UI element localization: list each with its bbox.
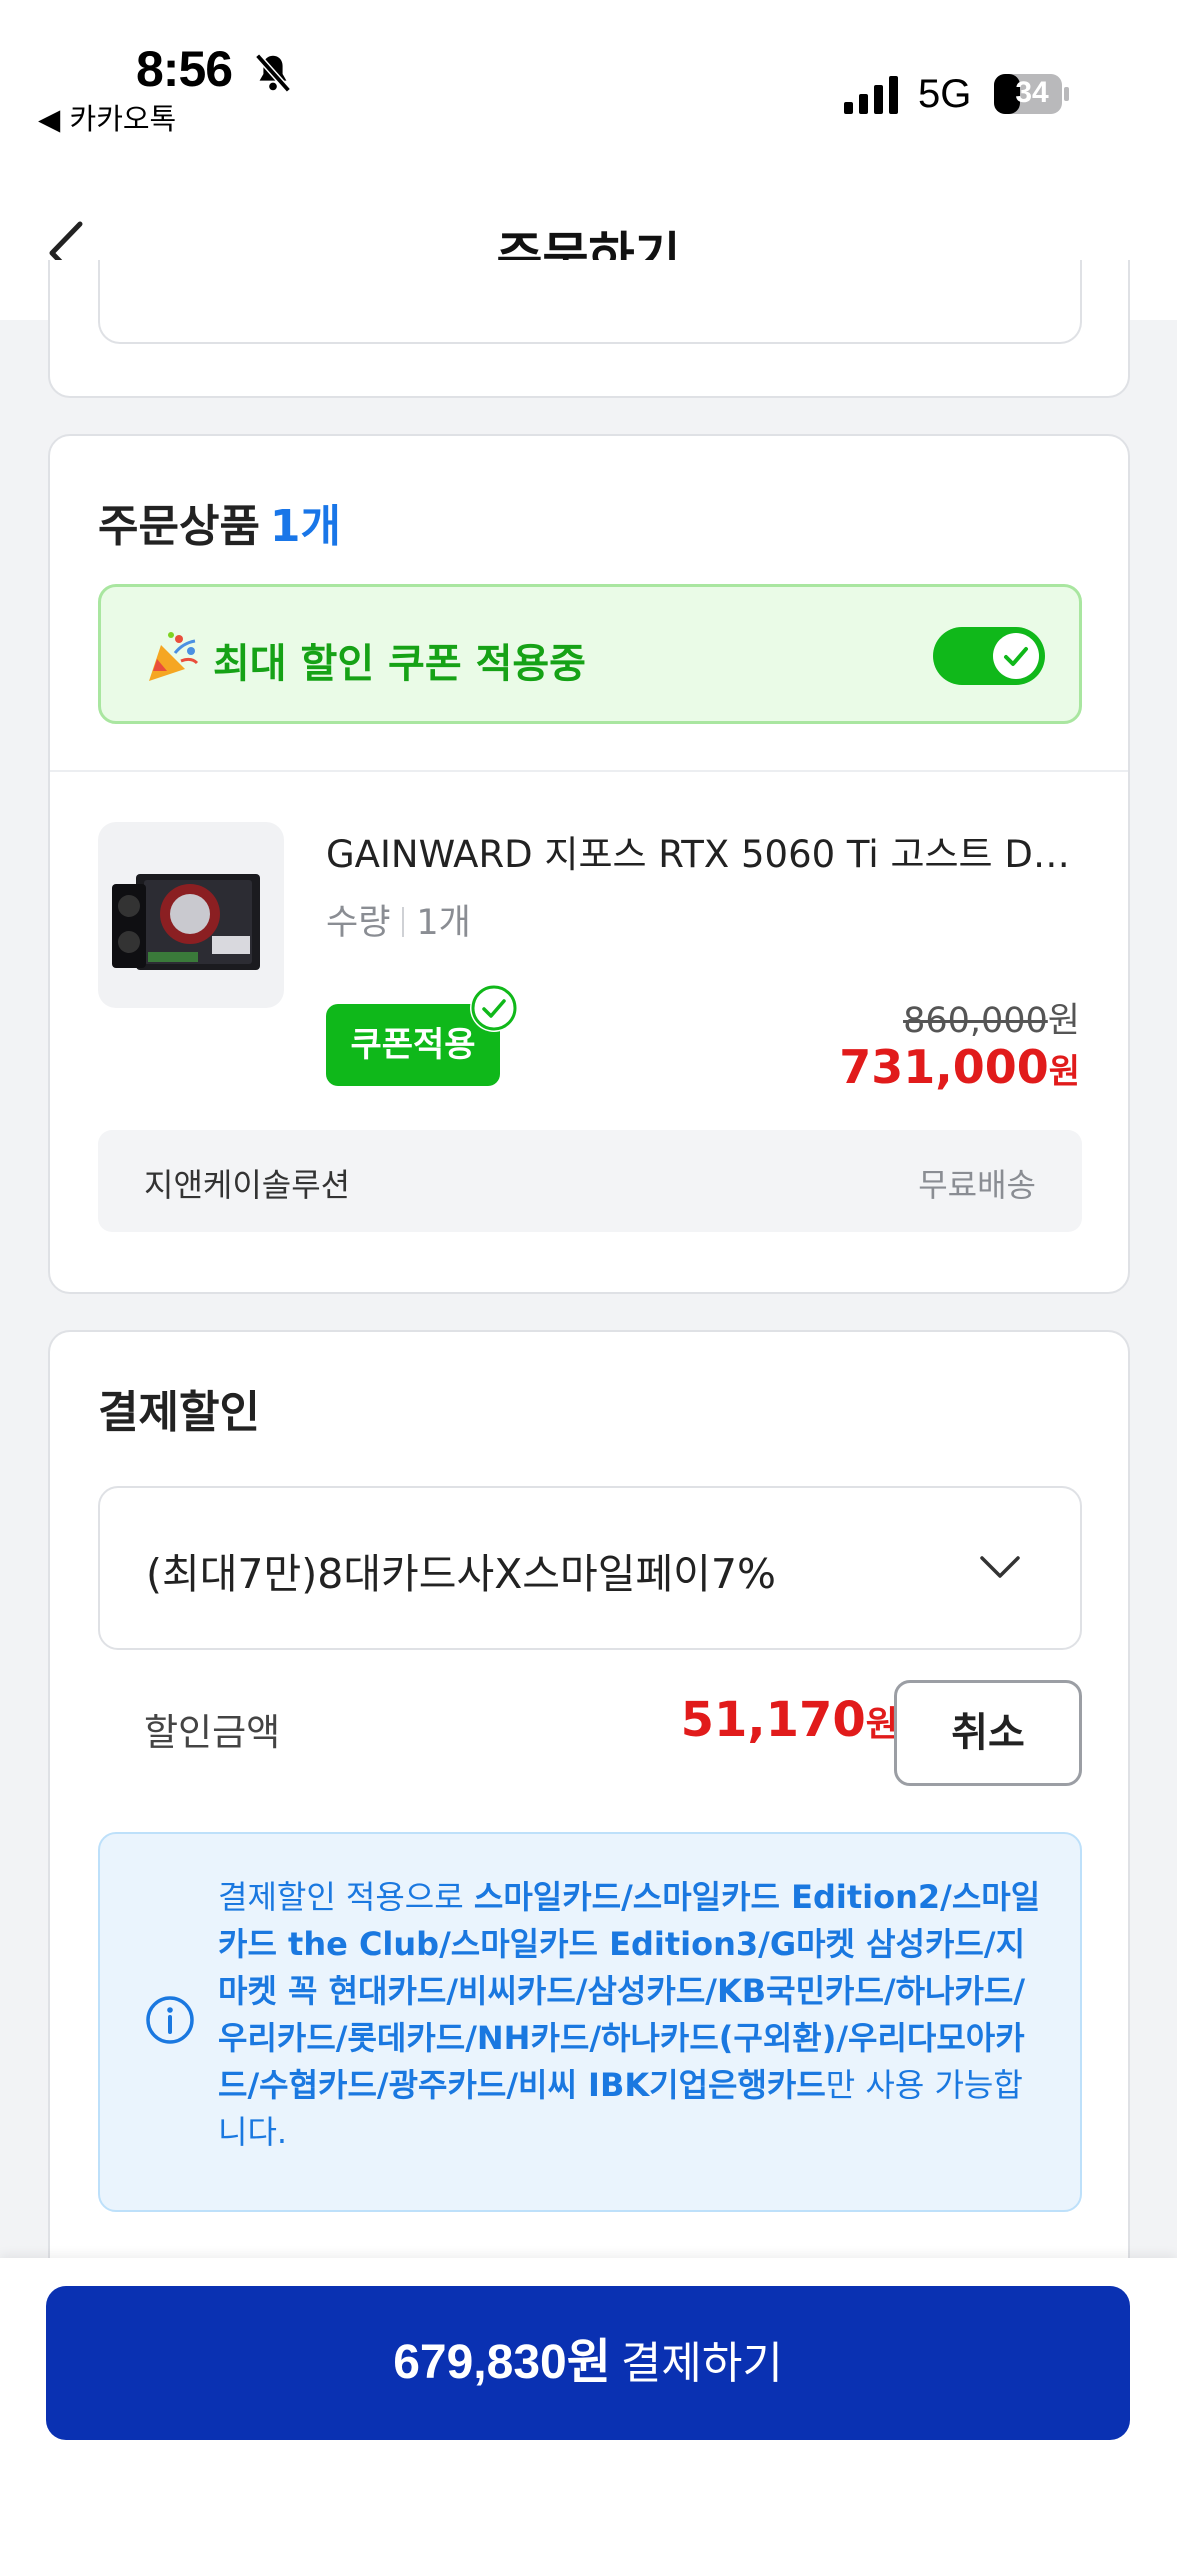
chevron-down-icon xyxy=(980,1556,1020,1578)
graphics-card-image xyxy=(112,874,260,970)
quantity-value: 1개 xyxy=(416,903,471,943)
payment-discount-card: 결제할인 (최대7만)8대카드사X스마일페이7% 할인금액 51,170원 취소… xyxy=(48,1330,1130,2330)
discount-info-box: 결제할인 적용으로 스마일카드/스마일카드 Edition2/스마일카드 the… xyxy=(98,1832,1082,2212)
discount-amount-label: 할인금액 xyxy=(144,1711,281,1754)
checkout-bar: 679,830원 결제하기 xyxy=(0,2258,1177,2560)
discount-info-text: 결제할인 적용으로 스마일카드/스마일카드 Edition2/스마일카드 the… xyxy=(218,1874,1048,2156)
checkout-amount: 679,830원 xyxy=(393,2336,611,2389)
discount-select[interactable]: (최대7만)8대카드사X스마일페이7% xyxy=(98,1486,1082,1650)
order-section-label: 주문상품 xyxy=(98,501,260,552)
cancel-discount-button[interactable]: 취소 xyxy=(894,1680,1082,1786)
order-item-count: 1개 xyxy=(269,501,342,552)
original-price-value: 860,000 xyxy=(903,1001,1048,1041)
info-icon xyxy=(146,1996,194,2044)
order-products-card: 주문상품 1개 최대 할인 쿠폰 적용중 GAINWARD 지포스 RTX 50… xyxy=(48,434,1130,1294)
product-name[interactable]: GAINWARD 지포스 RTX 5060 Ti 고스트 D7 16GB xyxy=(326,824,1086,878)
product-quantity: 수량 1개 xyxy=(326,894,471,945)
quantity-label: 수량 xyxy=(326,903,391,943)
sale-price-value: 731,000 xyxy=(839,1040,1049,1094)
coupon-toggle[interactable] xyxy=(933,627,1045,685)
discount-amount: 51,170원 xyxy=(610,1692,898,1748)
seller-name: 지앤케이솔루션 xyxy=(144,1166,351,1204)
toggle-knob xyxy=(993,633,1039,679)
payment-discount-title: 결제할인 xyxy=(98,1387,260,1438)
original-price: 860,000원 xyxy=(903,992,1080,1043)
network-type: 5G xyxy=(918,72,972,116)
discount-amount-value: 51,170 xyxy=(680,1692,866,1748)
checkout-label: 결제하기 xyxy=(620,2338,783,2389)
party-popper-icon xyxy=(149,632,199,681)
check-icon xyxy=(1004,647,1028,666)
battery-level: 34 xyxy=(1015,76,1049,109)
previous-section-card xyxy=(48,260,1130,398)
signal-icon xyxy=(844,76,898,114)
shipping-info: 무료배송 xyxy=(918,1166,1036,1204)
previous-section-box xyxy=(98,260,1082,344)
info-prefix: 결제할인 적용으로 xyxy=(218,1878,474,1916)
coupon-banner-text: 최대 할인 쿠폰 적용중 xyxy=(213,641,586,687)
divider xyxy=(50,770,1128,772)
coupon-banner: 최대 할인 쿠폰 적용중 xyxy=(98,584,1082,724)
quantity-separator xyxy=(402,907,405,937)
checkout-button[interactable]: 679,830원 결제하기 xyxy=(46,2286,1130,2440)
discount-select-value: (최대7만)8대카드사X스마일페이7% xyxy=(146,1550,776,1598)
bell-off-icon xyxy=(255,53,291,93)
sale-price-currency: 원 xyxy=(1048,1052,1080,1092)
check-circle-icon xyxy=(470,984,518,1032)
seller-box: 지앤케이솔루션 무료배송 xyxy=(98,1130,1082,1232)
order-section-title: 주문상품 1개 xyxy=(98,490,341,554)
status-time: 8:56 xyxy=(136,41,233,97)
original-price-currency: 원 xyxy=(1047,1001,1080,1041)
sale-price: 731,000원 xyxy=(839,1040,1080,1094)
product-thumbnail[interactable] xyxy=(98,822,284,1008)
back-to-app-link[interactable]: ◀ 카카오톡 xyxy=(38,96,176,138)
